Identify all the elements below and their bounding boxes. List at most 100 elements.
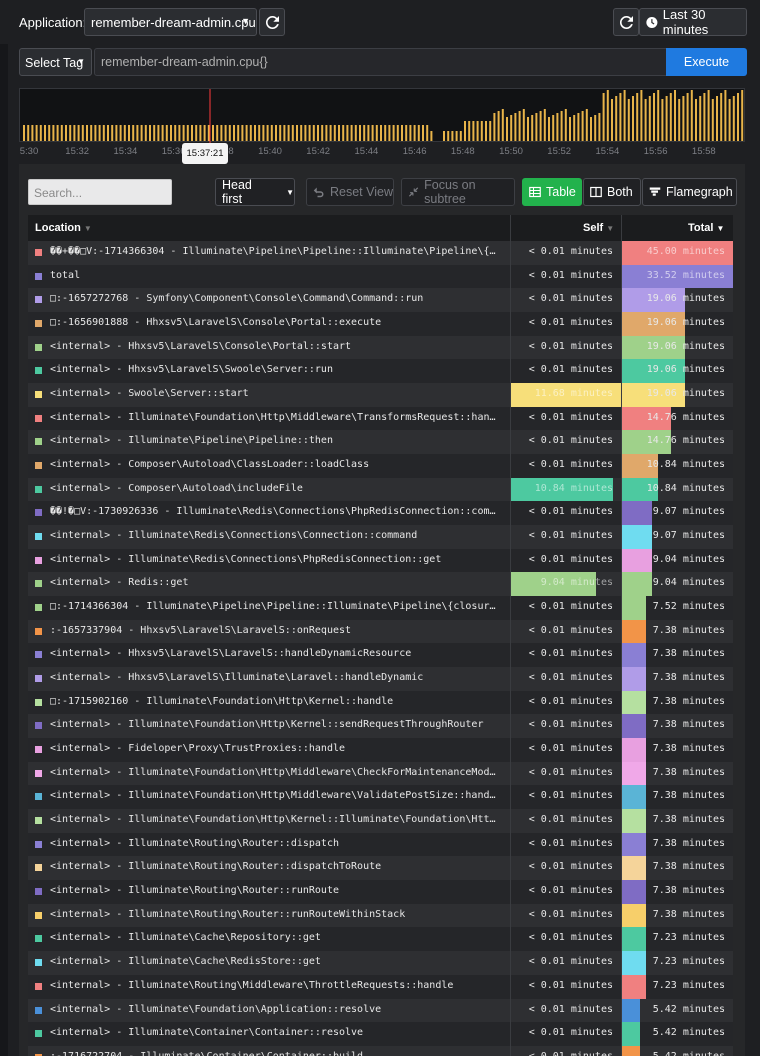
total-bar [622, 761, 647, 786]
table-row[interactable]: <internal> - Illuminate\Routing\Router::… [28, 832, 733, 857]
focus-subtree-button[interactable]: Focus on subtree [401, 178, 515, 206]
timeline-bar [161, 125, 164, 141]
table-row[interactable]: <internal> - Hhxsv5\LaravelS\Swoole\Serv… [28, 359, 733, 384]
table-row[interactable]: <internal> - Fideloper\Proxy\TrustProxie… [28, 738, 733, 762]
timeline-bar [531, 115, 534, 141]
timeline-bar [81, 125, 84, 141]
timeline-bar [69, 125, 72, 141]
total-cell: 7.38 minutes [621, 738, 733, 762]
timeline-bar [312, 125, 315, 141]
reset-view-button[interactable]: Reset View [306, 178, 394, 206]
search-input[interactable]: Search... [28, 179, 172, 205]
time-range-button[interactable]: Last 30 minutes [639, 7, 747, 37]
table-row[interactable]: <internal> - Swoole\Server::start 11.68 m… [28, 383, 733, 407]
self-cell: < 0.01 minutes [510, 430, 621, 455]
refresh-apps-button[interactable] [259, 8, 285, 36]
total-cell: 7.38 minutes [621, 785, 733, 810]
total-bar [622, 1022, 640, 1046]
table-row[interactable]: <internal> - Redis::get 9.04 minutes 9.04 … [28, 572, 733, 597]
sort-select[interactable]: Head first ▼ [215, 178, 295, 206]
view-flamegraph-button[interactable]: Flamegraph [642, 178, 737, 206]
query-input[interactable]: remember-dream-admin.cpu{} [94, 48, 667, 76]
axis-tick-label: 15:52 [547, 146, 572, 157]
table-row[interactable]: □:-1714366304 - Illuminate\Pipeline\Pipe… [28, 596, 733, 620]
view-flamegraph-label: Flamegraph [666, 185, 733, 199]
view-table-button[interactable]: Table [522, 178, 582, 206]
table-row[interactable]: <internal> - Illuminate\Foundation\Http\… [28, 761, 733, 786]
timeline-bar [23, 125, 25, 141]
timeline-bar [65, 125, 67, 141]
timeline-bar [464, 121, 466, 141]
timeline-bar [564, 109, 567, 141]
total-cell: 19.06 minutes [621, 383, 733, 407]
table-row[interactable]: total < 0.01 minutes 33.52 minutes [28, 264, 733, 289]
table-row[interactable]: <internal> - Hhxsv5\LaravelS\Console\Por… [28, 335, 733, 360]
column-total[interactable]: Total ▼ [688, 222, 724, 234]
table-row[interactable]: <internal> - Illuminate\Cache\Repository… [28, 927, 733, 952]
table-row[interactable]: ��+��□V:-1714366304 - Illuminate\Pipelin… [28, 241, 733, 265]
total-value: 9.04 minutes [652, 577, 725, 589]
total-cell: 7.38 minutes [621, 761, 733, 786]
view-both-button[interactable]: Both [583, 178, 641, 206]
table-row[interactable]: <internal> - Illuminate\Foundation\Http\… [28, 714, 733, 739]
timeline-bar [388, 125, 391, 141]
total-cell: 5.42 minutes [621, 998, 733, 1023]
timeline-bar [716, 96, 718, 141]
total-value: 19.06 minutes [646, 293, 725, 305]
axis-tick-label: 5:30 [19, 146, 39, 157]
timeline-bar [447, 131, 450, 141]
view-both-label: Both [607, 185, 633, 199]
table-row[interactable]: <internal> - Illuminate\Foundation\Appli… [28, 998, 733, 1023]
table-row[interactable]: <internal> - Composer\Autoload\ClassLoad… [28, 454, 733, 478]
total-bar [622, 714, 647, 739]
timeline-bar [384, 125, 387, 141]
self-value: < 0.01 minutes [528, 364, 613, 376]
timeline-bars [23, 89, 744, 143]
table-row[interactable]: <internal> - Illuminate\Container\Contai… [28, 1022, 733, 1046]
self-cell: < 0.01 minutes [510, 998, 621, 1023]
table-row[interactable]: <internal> - Illuminate\Redis\Connection… [28, 548, 733, 573]
table-row[interactable]: ��!�□V:-1730926336 - Illuminate\Redis\Co… [28, 501, 733, 526]
timeline-chart[interactable] [19, 88, 745, 143]
location-cell: ��+��□V:-1714366304 - Illuminate\Pipelin… [50, 246, 498, 257]
table-row[interactable]: <internal> - Illuminate\Routing\Router::… [28, 880, 733, 904]
table-row[interactable]: <internal> - Illuminate\Foundation\Http\… [28, 785, 733, 810]
self-cell: 9.04 minutes [510, 572, 621, 597]
table-row[interactable]: <internal> - Illuminate\Cache\RedisStore… [28, 951, 733, 975]
color-swatch [35, 249, 42, 256]
table-row[interactable]: <internal> - Illuminate\Foundation\Http\… [28, 809, 733, 833]
table-row[interactable]: □:-1657272768 - Symfony\Component\Consol… [28, 288, 733, 313]
table-row[interactable]: <internal> - Illuminate\Pipeline\Pipelin… [28, 430, 733, 455]
table-row[interactable]: <internal> - Illuminate\Routing\Router::… [28, 856, 733, 881]
total-cell: 7.38 minutes [621, 856, 733, 881]
table-row[interactable]: <internal> - Hhxsv5\LaravelS\LaravelS::h… [28, 643, 733, 668]
location-cell: <internal> - Composer\Autoload\ClassLoad… [50, 459, 370, 471]
table-row[interactable]: <internal> - Composer\Autoload\includeFi… [28, 477, 733, 502]
application-select[interactable]: remember-dream-admin.cpu ▼ [84, 8, 257, 36]
time-range-label: Last 30 minutes [662, 7, 709, 37]
select-tag-dropdown[interactable]: Select Tag ▼ [19, 48, 92, 76]
table-row[interactable]: <internal> - Hhxsv5\LaravelS\Illuminate\… [28, 667, 733, 691]
color-swatch [35, 935, 42, 943]
total-cell: 7.38 minutes [621, 619, 733, 644]
color-swatch [35, 675, 42, 683]
column-location[interactable]: Location ▼ [35, 222, 92, 234]
table-row[interactable]: :-1716722704 - Illuminate\Container\Cont… [28, 1045, 733, 1056]
table-row[interactable]: :-1657337904 - Hhxsv5\LaravelS\LaravelS:… [28, 619, 733, 644]
table-row[interactable]: <internal> - Illuminate\Redis\Connection… [28, 525, 733, 549]
column-self[interactable]: Self ▼ [583, 222, 614, 234]
table-row[interactable]: <internal> - Illuminate\Foundation\Http\… [28, 406, 733, 431]
table-row[interactable]: □:-1656901888 - Hhxsv5\LaravelS\Console\… [28, 312, 733, 336]
timeline-bar [363, 125, 366, 141]
table-row[interactable]: <internal> - Illuminate\Routing\Router::… [28, 903, 733, 928]
table-row[interactable]: □:-1715902160 - Illuminate\Foundation\Ht… [28, 690, 733, 715]
total-value: 19.06 minutes [646, 388, 725, 400]
total-bar [622, 501, 652, 526]
refresh-button[interactable] [613, 8, 639, 36]
table-icon [529, 186, 541, 198]
timeline-bar [254, 125, 256, 141]
timeline-bar [560, 111, 563, 141]
execute-button[interactable]: Execute [666, 48, 747, 76]
table-row[interactable]: <internal> - Illuminate\Routing\Middlewa… [28, 974, 733, 999]
self-cell: < 0.01 minutes [510, 974, 621, 999]
